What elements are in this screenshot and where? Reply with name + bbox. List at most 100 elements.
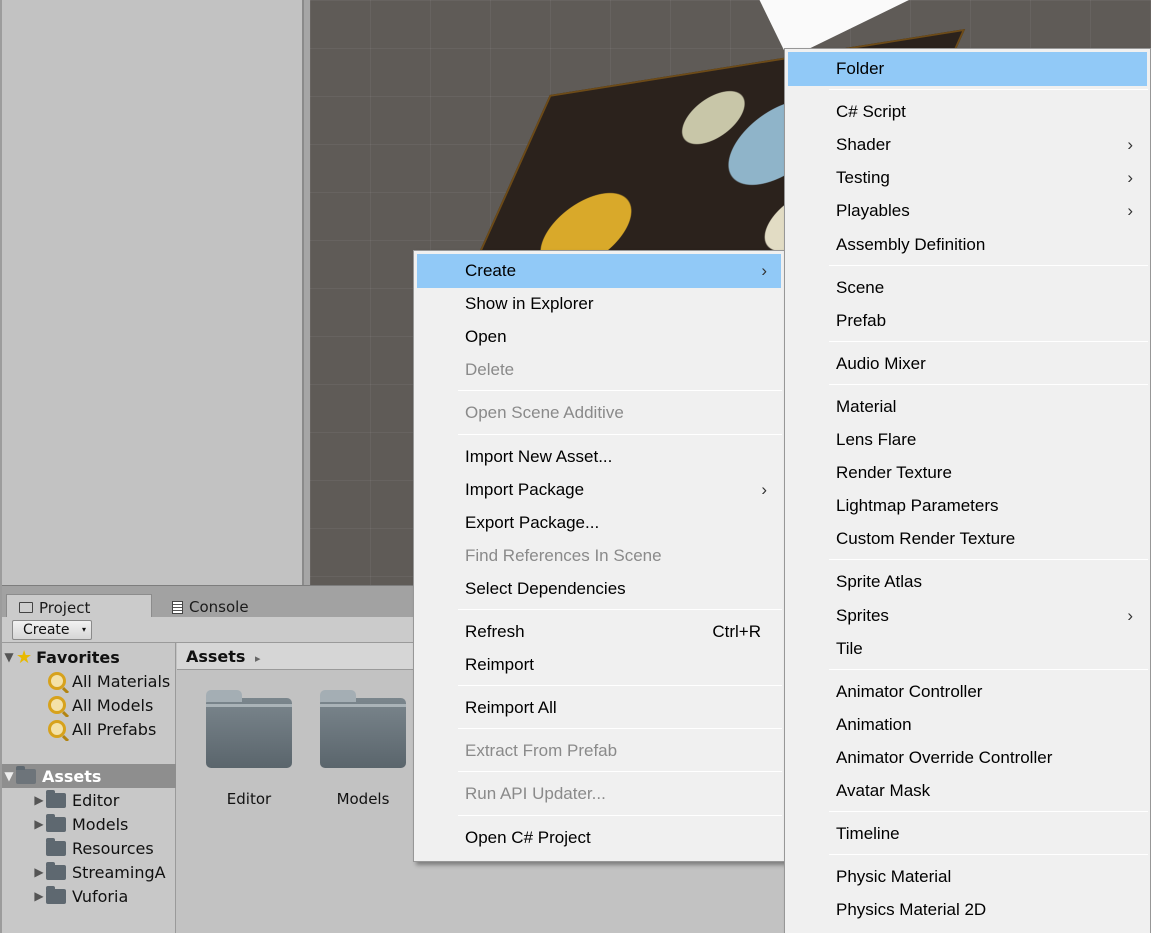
context-menu-item-open-c-project[interactable]: Open C# Project xyxy=(417,821,781,855)
create-submenu-item-shader[interactable]: Shader › xyxy=(788,128,1147,162)
menu-separator xyxy=(458,390,782,392)
context-menu-item-delete: Delete xyxy=(417,353,781,387)
create-dropdown-button[interactable]: Create ▾ xyxy=(12,620,92,640)
tab-project[interactable]: Project xyxy=(6,594,152,618)
tree-item-vuforia[interactable]: ▶ Vuforia xyxy=(2,884,176,908)
create-submenu-item-animator-controller[interactable]: Animator Controller xyxy=(788,675,1147,709)
create-submenu-item-tile[interactable]: Tile xyxy=(788,632,1147,666)
menu-item-label: Export Package... xyxy=(465,512,600,532)
favorites-label: Favorites xyxy=(36,647,120,667)
create-submenu-item-prefab[interactable]: Prefab xyxy=(788,304,1147,338)
menu-item-label: Avatar Mask xyxy=(836,781,931,800)
context-menu-item-show-in-explorer[interactable]: Show in Explorer xyxy=(417,287,781,321)
create-submenu-item-avatar-mask[interactable]: Avatar Mask xyxy=(788,774,1147,808)
menu-item-label: Reimport All xyxy=(465,698,557,718)
tab-console[interactable]: Console xyxy=(160,594,300,618)
create-submenu: Folder C# Script Shader › Testing › Playables ›… xyxy=(784,48,1151,933)
create-submenu-item-physics-material-2d[interactable]: Physics Material 2D xyxy=(788,893,1147,927)
menu-item-label: Render Texture xyxy=(836,463,952,483)
create-submenu-item-testing[interactable]: Testing › xyxy=(788,161,1147,195)
tree-expand-icon[interactable]: ▶ xyxy=(32,793,46,807)
menu-item-label: Import Package xyxy=(465,479,585,499)
folder-icon xyxy=(206,690,292,768)
create-submenu-item-physic-material[interactable]: Physic Material xyxy=(788,860,1147,894)
menu-separator xyxy=(829,854,1148,856)
menu-separator xyxy=(829,559,1148,561)
menu-item-label: Material xyxy=(836,396,897,416)
folder-icon xyxy=(46,885,66,904)
create-submenu-item-animator-override-controller[interactable]: Animator Override Controller xyxy=(788,741,1147,775)
context-menu-item-refresh[interactable]: Refresh Ctrl+R xyxy=(417,615,781,649)
create-submenu-item-assembly-definition[interactable]: Assembly Definition xyxy=(788,228,1147,262)
unity-editor-window: Project Console Create ▾ ▼ ★ Favorites A… xyxy=(0,0,1151,933)
breadcrumb-assets[interactable]: Assets xyxy=(186,647,245,666)
tree-item-streamingassets[interactable]: ▶ StreamingA xyxy=(2,860,176,884)
menu-separator xyxy=(829,264,1148,266)
create-submenu-item-material[interactable]: Material xyxy=(788,390,1147,424)
tree-item-models[interactable]: ▶ Models xyxy=(2,812,176,836)
create-submenu-item-playables[interactable]: Playables › xyxy=(788,194,1147,228)
context-menu-item-import-package[interactable]: Import Package › xyxy=(417,473,781,507)
asset-folder-models[interactable]: Models xyxy=(313,690,413,808)
menu-item-label: Show in Explorer xyxy=(465,294,594,314)
create-submenu-item-custom-render-texture[interactable]: Custom Render Texture xyxy=(788,522,1147,556)
tree-expand-icon[interactable]: ▶ xyxy=(32,817,46,831)
create-submenu-item-timeline[interactable]: Timeline xyxy=(788,817,1147,851)
asset-folder-editor[interactable]: Editor xyxy=(199,690,299,808)
context-menu-item-open-scene-additive: Open Scene Additive xyxy=(417,396,781,430)
folder-icon xyxy=(19,602,33,613)
menu-separator xyxy=(829,89,1148,91)
create-submenu-item-folder[interactable]: Folder xyxy=(788,52,1147,86)
create-submenu-item-animation[interactable]: Animation xyxy=(788,708,1147,742)
menu-item-label: Refresh xyxy=(465,622,525,641)
console-icon xyxy=(172,600,183,614)
menu-item-label: Delete xyxy=(465,360,515,380)
create-submenu-item-lens-flare[interactable]: Lens Flare xyxy=(788,423,1147,457)
context-menu-item-create[interactable]: Create › xyxy=(417,254,781,288)
favorite-item-label: All Materials xyxy=(72,671,171,691)
context-menu-item-reimport[interactable]: Reimport xyxy=(417,648,781,682)
create-submenu-item-sprite-atlas[interactable]: Sprite Atlas xyxy=(788,565,1147,599)
tree-expand-icon[interactable]: ▼ xyxy=(2,650,16,664)
context-menu-item-open[interactable]: Open xyxy=(417,320,781,354)
menu-item-label: Lens Flare xyxy=(836,430,917,449)
create-submenu-item-lightmap-parameters[interactable]: Lightmap Parameters xyxy=(788,489,1147,523)
tree-item-editor[interactable]: ▶ Editor xyxy=(2,788,176,812)
assets-tree-label: Assets xyxy=(42,766,102,786)
favorites-header[interactable]: ▼ ★ Favorites xyxy=(2,645,176,669)
favorite-item-label: All Models xyxy=(72,695,154,715)
create-button-label: Create xyxy=(23,622,70,638)
menu-separator xyxy=(829,668,1148,670)
assets-tree-header[interactable]: ▼ Assets xyxy=(2,764,176,788)
create-submenu-item-scene[interactable]: Scene xyxy=(788,271,1147,305)
tree-item-label: Vuforia xyxy=(72,886,129,906)
tree-expand-icon[interactable]: ▶ xyxy=(32,889,46,903)
menu-item-label: Find References In Scene xyxy=(465,545,662,565)
favorite-item[interactable]: All Materials xyxy=(2,669,176,693)
context-menu-item-select-dependencies[interactable]: Select Dependencies xyxy=(417,572,781,606)
menu-item-label: Select Dependencies xyxy=(465,578,626,598)
menu-item-label: Open xyxy=(465,327,507,347)
search-icon xyxy=(48,696,66,714)
tree-expand-icon[interactable]: ▼ xyxy=(2,769,16,783)
menu-separator xyxy=(458,771,782,773)
context-menu-item-export-package[interactable]: Export Package... xyxy=(417,506,781,540)
menu-item-label: Run API Updater... xyxy=(465,784,606,804)
folder-icon xyxy=(16,765,36,784)
menu-item-label: Create xyxy=(465,261,517,280)
create-submenu-item-audio-mixer[interactable]: Audio Mixer xyxy=(788,347,1147,381)
create-submenu-item-render-texture[interactable]: Render Texture xyxy=(788,456,1147,490)
caret-down-icon: ▾ xyxy=(81,625,86,634)
menu-item-label: C# Script xyxy=(836,102,906,122)
favorite-item-label: All Prefabs xyxy=(72,719,157,739)
favorite-item[interactable]: All Models xyxy=(2,693,176,717)
tree-item-resources[interactable]: Resources xyxy=(2,836,176,860)
favorite-item[interactable]: All Prefabs xyxy=(2,717,176,741)
create-submenu-item-sprites[interactable]: Sprites › xyxy=(788,599,1147,633)
menu-separator xyxy=(458,609,782,610)
menu-separator xyxy=(458,433,782,435)
create-submenu-item-c-script[interactable]: C# Script xyxy=(788,95,1147,129)
context-menu-item-reimport-all[interactable]: Reimport All xyxy=(417,691,781,725)
context-menu-item-import-new-asset[interactable]: Import New Asset... xyxy=(417,440,781,474)
tree-expand-icon[interactable]: ▶ xyxy=(32,865,46,879)
